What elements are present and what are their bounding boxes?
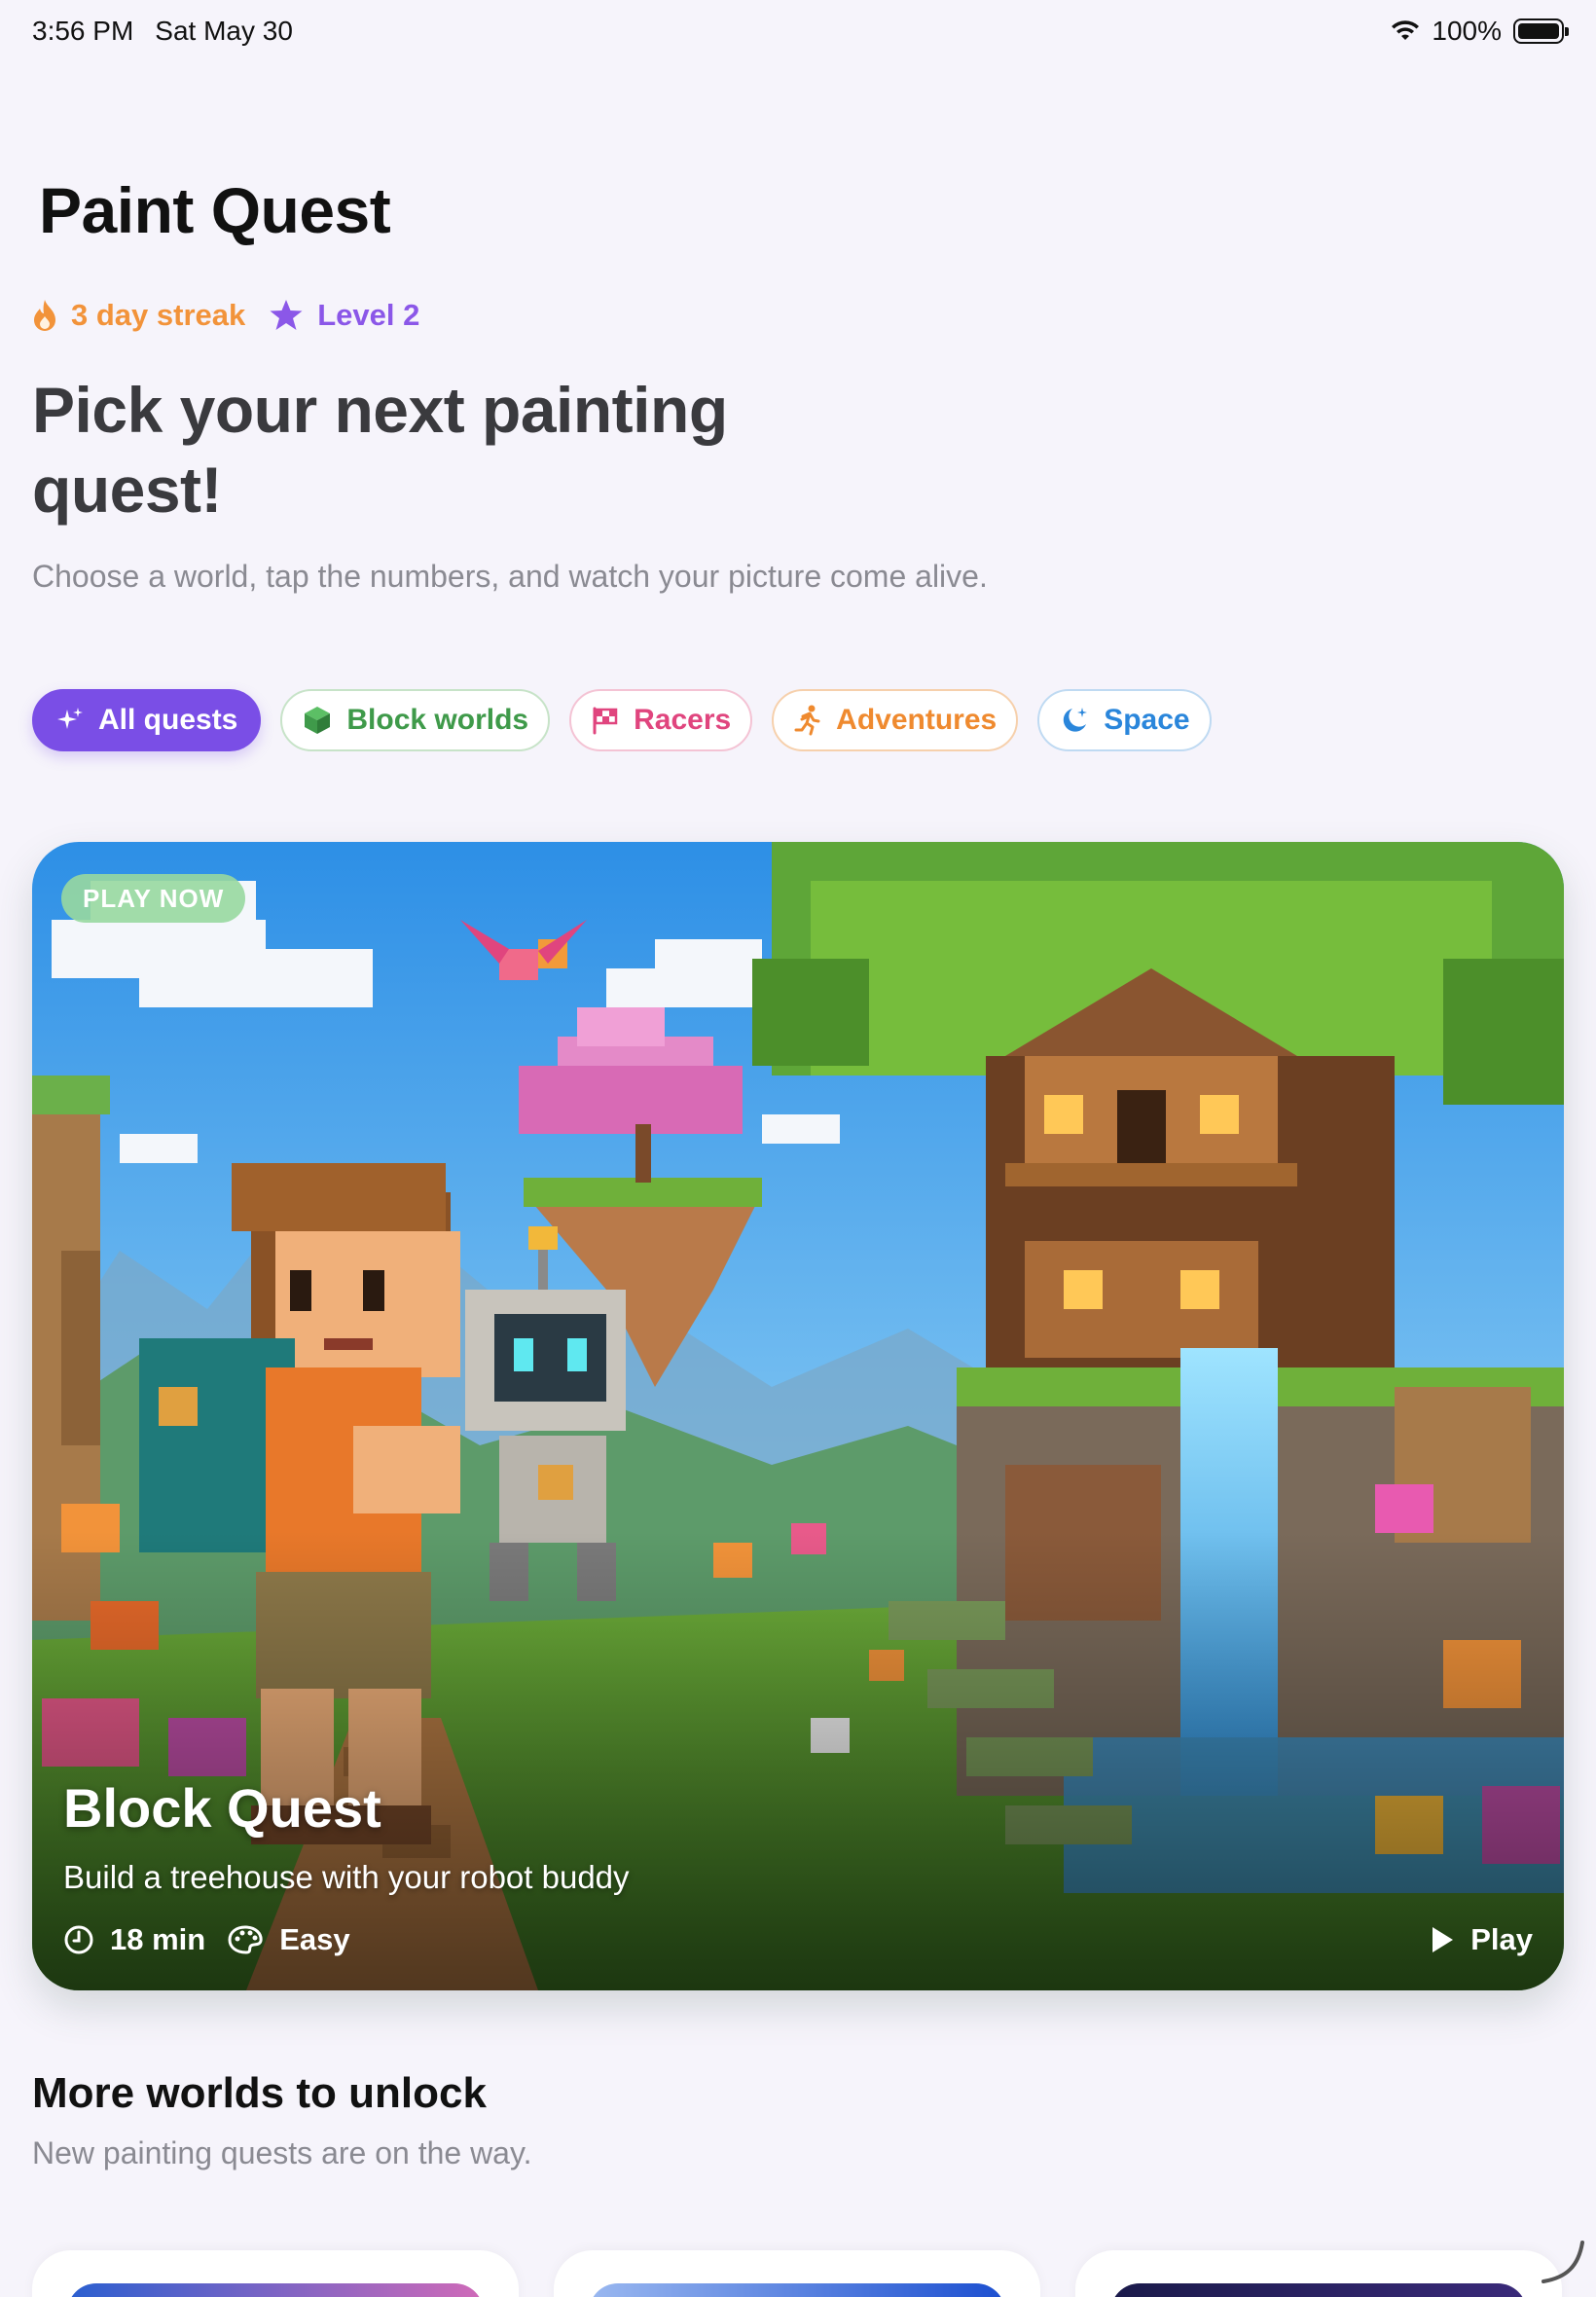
scroll-indicator: [1542, 2241, 1584, 2283]
difficulty-label: Easy: [279, 1922, 350, 1956]
streak-stat: 3 day streak: [32, 298, 245, 333]
featured-quest-card[interactable]: PLAY NOW Block Quest Build a treehouse w…: [32, 842, 1564, 1990]
moon-star-icon: [1064, 708, 1088, 732]
duration-label: 18 min: [110, 1922, 206, 1956]
more-worlds-subtitle: New painting quests are on the way.: [32, 2135, 532, 2170]
featured-meta: 18 min Easy: [63, 1922, 356, 1957]
featured-title: Block Quest: [63, 1777, 381, 1839]
more-worlds-title: More worlds to unlock: [32, 2069, 487, 2117]
cube-icon: [305, 707, 331, 734]
world-card[interactable]: [554, 2250, 1040, 2297]
chip-label: Racers: [634, 704, 732, 736]
chip-all-quests[interactable]: All quests: [32, 689, 262, 751]
chip-label: All quests: [98, 704, 238, 736]
level-stat: Level 2: [269, 298, 419, 333]
page-subtitle: Choose a world, tap the numbers, and wat…: [32, 559, 988, 594]
duration-info: 18 min: [63, 1922, 205, 1957]
checkered-flag-icon: [593, 707, 618, 735]
play-label: Play: [1470, 1922, 1533, 1956]
status-bar: 3:56 PM Sat May 30 100%: [0, 0, 1596, 62]
world-thumbnail: [589, 2283, 1005, 2297]
chip-racers[interactable]: Racers: [569, 689, 753, 751]
chip-label: Space: [1104, 704, 1190, 736]
chip-space[interactable]: Space: [1037, 689, 1212, 751]
battery-percent: 100%: [1432, 16, 1502, 46]
battery-icon: [1513, 18, 1569, 44]
chip-label: Adventures: [836, 704, 998, 736]
wifi-icon: [1392, 20, 1420, 40]
streak-label: 3 day streak: [71, 298, 246, 332]
world-card[interactable]: [1075, 2250, 1562, 2297]
palette-icon: [228, 1925, 263, 1954]
play-now-badge: PLAY NOW: [61, 874, 246, 923]
flame-icon: [34, 300, 55, 331]
world-cards: [32, 2250, 1562, 2297]
clock-icon: [64, 1925, 93, 1954]
play-button[interactable]: Play: [1430, 1922, 1533, 1957]
chip-label: Block worlds: [346, 704, 529, 736]
running-figure-icon: [794, 705, 820, 736]
page-headline: Pick your next painting quest!: [32, 374, 728, 526]
play-icon: [1433, 1927, 1454, 1952]
sparkles-icon: [57, 708, 83, 729]
difficulty-info: Easy: [227, 1922, 350, 1957]
featured-description: Build a treehouse with your robot buddy: [63, 1859, 630, 1895]
filter-chips: All quests Block worlds Racers Adventure…: [32, 689, 1212, 751]
world-thumbnail: [67, 2283, 484, 2297]
chip-block-worlds[interactable]: Block worlds: [280, 689, 551, 751]
status-date: Sat May 30: [155, 16, 293, 46]
stats-row: 3 day streak Level 2: [32, 298, 419, 333]
star-icon: [270, 300, 303, 330]
level-label: Level 2: [317, 298, 420, 332]
status-time: 3:56 PM: [32, 16, 134, 46]
world-thumbnail: [1110, 2283, 1527, 2297]
chip-adventures[interactable]: Adventures: [772, 689, 1019, 751]
app-title: Paint Quest: [39, 174, 391, 246]
world-card[interactable]: [32, 2250, 519, 2297]
